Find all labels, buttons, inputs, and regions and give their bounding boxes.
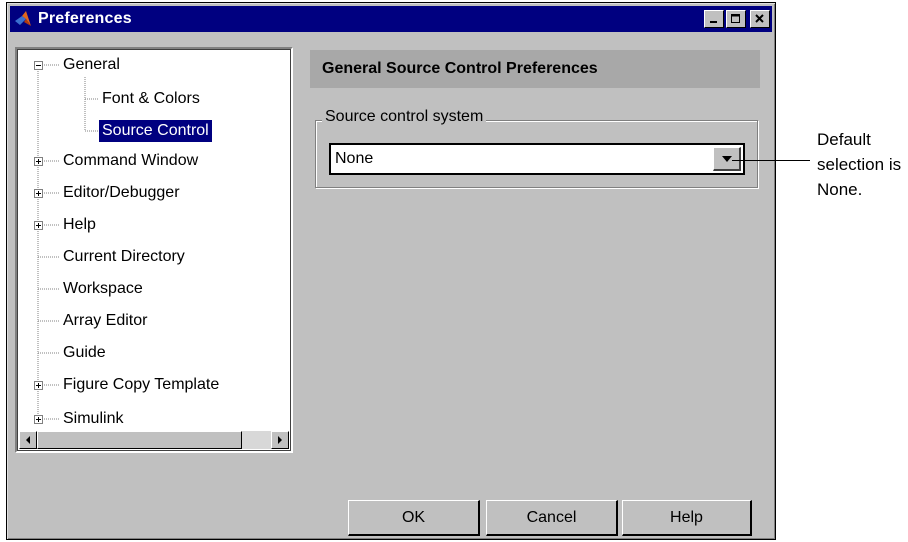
scroll-track[interactable] xyxy=(242,431,271,449)
help-expand-icon[interactable] xyxy=(34,221,43,230)
cancel-button[interactable]: Cancel xyxy=(486,500,618,536)
tree-item-general[interactable]: General xyxy=(63,54,120,76)
scroll-right-button[interactable] xyxy=(271,431,289,449)
preferences-tree[interactable]: General Font & Colors Source Control Com… xyxy=(15,47,293,453)
help-button[interactable]: Help xyxy=(622,500,752,536)
annotation-text: Default selection is None. xyxy=(817,127,907,202)
simulink-expand-icon[interactable] xyxy=(34,415,43,424)
minimize-icon xyxy=(710,21,717,23)
annotation-line-2: selection is xyxy=(817,155,902,174)
tree-item-font-colors[interactable]: Font & Colors xyxy=(102,88,200,110)
tree-item-source-control[interactable]: Source Control xyxy=(99,120,212,142)
title-bar[interactable]: Preferences xyxy=(10,6,772,32)
tree-item-simulink[interactable]: Simulink xyxy=(63,408,123,430)
editor-debugger-expand-icon[interactable] xyxy=(34,189,43,198)
minimize-button[interactable] xyxy=(704,10,724,28)
close-icon xyxy=(755,14,764,23)
maximize-button[interactable] xyxy=(726,10,746,28)
tree-item-guide[interactable]: Guide xyxy=(63,342,106,364)
left-arrow-icon xyxy=(26,436,30,444)
general-collapse-icon[interactable] xyxy=(34,61,43,70)
tree-item-array-editor[interactable]: Array Editor xyxy=(63,310,147,332)
tree-horizontal-scrollbar[interactable] xyxy=(19,431,289,449)
source-control-group-label: Source control system xyxy=(322,108,487,126)
figure-copy-template-expand-icon[interactable] xyxy=(34,381,43,390)
dropdown-button[interactable] xyxy=(713,147,741,171)
annotation-line-3: None. xyxy=(817,180,863,199)
chevron-down-icon xyxy=(721,155,732,162)
close-button[interactable] xyxy=(750,10,770,28)
ok-button[interactable]: OK xyxy=(348,500,480,536)
right-arrow-icon xyxy=(278,436,282,444)
annotation-line-1: Default xyxy=(817,130,871,149)
annotation-leader-line xyxy=(732,160,810,161)
command-window-expand-icon[interactable] xyxy=(34,157,43,166)
matlab-logo-icon xyxy=(15,11,31,26)
tree-item-command-window[interactable]: Command Window xyxy=(63,150,198,172)
tree-item-editor-debugger[interactable]: Editor/Debugger xyxy=(63,182,180,204)
source-control-dropdown[interactable]: None xyxy=(329,143,745,175)
scroll-left-button[interactable] xyxy=(19,431,37,449)
dropdown-value: None xyxy=(335,150,374,167)
panel-header: General Source Control Preferences xyxy=(310,50,760,88)
tree-item-help[interactable]: Help xyxy=(63,214,96,236)
scroll-thumb[interactable] xyxy=(37,431,242,449)
tree-item-figure-copy-template[interactable]: Figure Copy Template xyxy=(63,374,219,396)
window-title: Preferences xyxy=(38,10,132,27)
maximize-icon xyxy=(731,14,740,23)
tree-item-current-directory[interactable]: Current Directory xyxy=(63,246,185,268)
tree-item-workspace[interactable]: Workspace xyxy=(63,278,143,300)
